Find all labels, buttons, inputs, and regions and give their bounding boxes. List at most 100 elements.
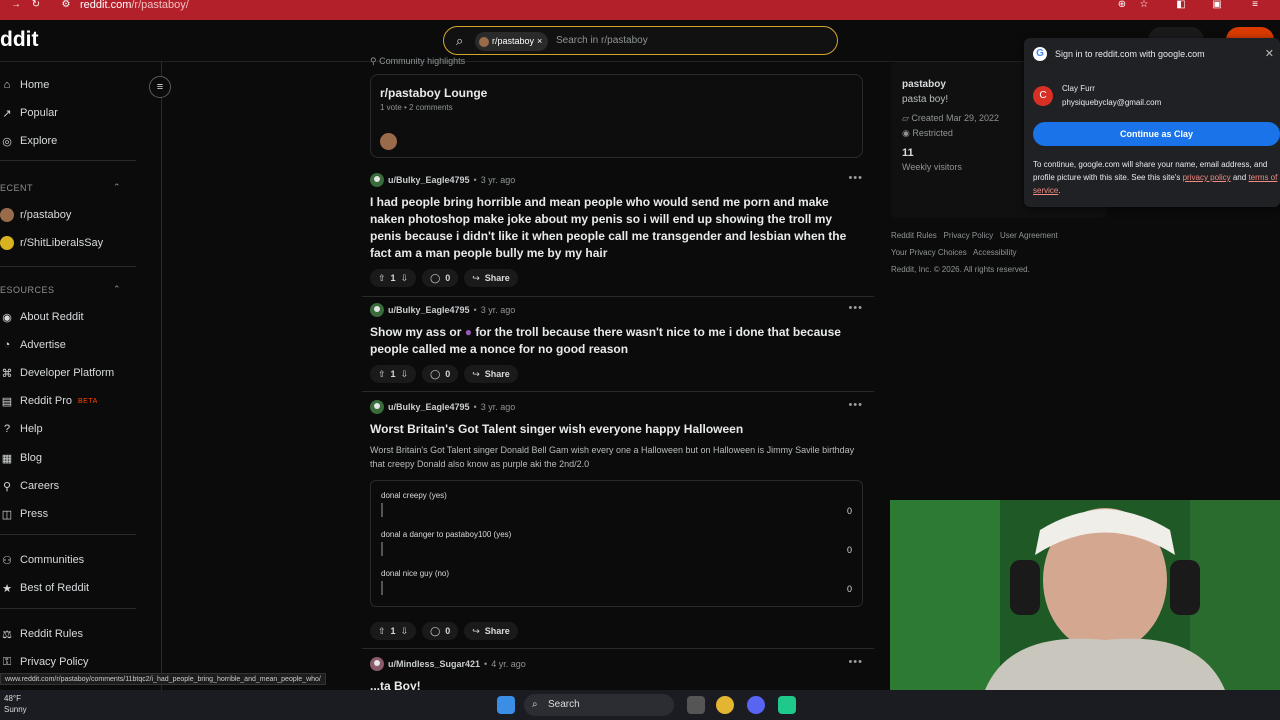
collapse-sidebar-button[interactable]: ≡ (149, 76, 171, 98)
sidebar-item-developer[interactable]: ⌘ Developer Platform (0, 366, 115, 380)
site-info-icon[interactable]: ⚙ (60, 0, 72, 10)
post-card[interactable]: u/Bulky_Eagle4795 • 3 yr. ago ••• Show m… (370, 302, 863, 386)
poll-bar (381, 542, 383, 556)
footer-link-privacy-choices[interactable]: Your Privacy Choices (891, 248, 967, 257)
upvote-icon[interactable]: ⇧ (378, 369, 386, 380)
vote-control[interactable]: ⇧ 1 ⇩ (370, 622, 417, 640)
forward-icon[interactable]: → (10, 0, 22, 10)
recent-header[interactable]: ECENT (0, 183, 33, 193)
chip-close-icon[interactable]: × (537, 32, 542, 51)
post-card[interactable]: u/Mindless_Sugar421 • 4 yr. ago ••• ...t… (370, 656, 863, 690)
share-button[interactable]: ↪ Share (464, 622, 518, 640)
post-title[interactable]: I had people bring horrible and mean peo… (370, 194, 860, 262)
sidebar-item-explore[interactable]: ◎ Explore (0, 134, 57, 148)
resources-header[interactable]: ESOURCES (0, 285, 55, 295)
share-icon: ↪ (472, 272, 480, 283)
downvote-icon[interactable]: ⇩ (401, 626, 409, 637)
sidebar-item-press[interactable]: ◫ Press (0, 507, 48, 521)
footer-link-user-agreement[interactable]: User Agreement (1000, 231, 1058, 240)
close-icon[interactable]: ✕ (1265, 47, 1274, 60)
app-icon[interactable] (778, 696, 796, 714)
post-username[interactable]: u/Mindless_Sugar421 (388, 659, 480, 669)
disclaimer-end: . (1058, 186, 1061, 195)
poll-option-count: 0 (846, 506, 852, 516)
sidebar-item-communities[interactable]: ⚇ Communities (0, 553, 84, 567)
highlight-card[interactable]: r/pastaboy Lounge 1 vote • 2 comments (370, 74, 863, 158)
sidebar-item-careers[interactable]: ⚲ Careers (0, 479, 59, 493)
more-options-icon[interactable]: ••• (848, 302, 863, 314)
extension-icon[interactable]: ⊕ (1116, 0, 1128, 10)
comments-button[interactable]: ◯ 0 (422, 622, 459, 640)
vote-control[interactable]: ⇧ 1 ⇩ (370, 269, 417, 287)
more-options-icon[interactable]: ••• (848, 656, 863, 668)
comments-button[interactable]: ◯ 0 (422, 269, 459, 287)
upvote-icon[interactable]: ⇧ (378, 626, 386, 637)
post-username[interactable]: u/Bulky_Eagle4795 (388, 175, 470, 185)
address-bar[interactable]: reddit.com/r/pastaboy/ (80, 0, 189, 11)
post-username[interactable]: u/Bulky_Eagle4795 (388, 305, 470, 315)
chevron-up-icon[interactable]: ⌃ (113, 182, 121, 193)
weather-widget[interactable]: 48°F Sunny (4, 693, 27, 715)
bookmark-star-icon[interactable]: ☆ (1138, 0, 1150, 10)
file-explorer-icon[interactable] (687, 696, 705, 714)
search-community-chip[interactable]: r/pastaboy × (475, 32, 549, 51)
pastaboy-avatar (0, 208, 14, 222)
nav-label: Reddit Pro (20, 395, 72, 407)
reddit-logo[interactable]: ddit (0, 28, 38, 52)
sidebar-item-advertise[interactable]: ◔ Advertise (0, 338, 66, 352)
discord-icon[interactable] (747, 696, 765, 714)
post-card[interactable]: u/Bulky_Eagle4795 • 3 yr. ago ••• Worst … (370, 399, 863, 644)
careers-icon: ⚲ (2, 480, 12, 493)
sidebar-item-privacy-policy[interactable]: ⚿ Privacy Policy (0, 655, 89, 669)
nav-label: Communities (20, 554, 85, 566)
sidebar-item-about[interactable]: ◉ About Reddit (0, 310, 83, 324)
share-button[interactable]: ↪ Share (464, 269, 518, 287)
taskbar-search[interactable]: ⌕ Search (524, 694, 674, 716)
footer-link-privacy[interactable]: Privacy Policy (943, 231, 993, 240)
browser-toolbar: → ↻ ⚙ reddit.com/r/pastaboy/ ⊕ ☆ ◧ ▣ ≡ (0, 0, 1280, 20)
windows-start-icon[interactable] (497, 696, 515, 714)
sidebar-item-reddit-pro[interactable]: ▤ Reddit Pro BETA (0, 394, 98, 408)
sidebar-item-shitliberalssay[interactable]: r/ShitLiberalsSay (0, 236, 103, 250)
extensions-puzzle-icon[interactable]: ◧ (1175, 0, 1187, 10)
more-options-icon[interactable]: ••• (848, 172, 863, 184)
menu-icon[interactable]: ≡ (1249, 0, 1261, 10)
downloads-icon[interactable]: ▣ (1211, 0, 1223, 10)
chrome-icon[interactable] (716, 696, 734, 714)
more-options-icon[interactable]: ••• (848, 399, 863, 411)
home-icon: ⌂ (3, 79, 11, 91)
weather-temp: 48°F (4, 694, 21, 703)
downvote-icon[interactable]: ⇩ (401, 273, 409, 284)
sidebar-item-help[interactable]: ? Help (0, 422, 43, 436)
vote-control[interactable]: ⇧ 1 ⇩ (370, 365, 417, 383)
poll-option-count: 0 (846, 545, 852, 555)
comment-icon: ◯ (430, 368, 441, 379)
sidebar-item-home[interactable]: ⌂ Home (0, 78, 50, 92)
post-title[interactable]: ...ta Boy! (370, 678, 421, 690)
privacy-policy-link[interactable]: privacy policy (1183, 173, 1231, 182)
upvote-icon[interactable]: ⇧ (378, 273, 386, 284)
popup-title: Sign in to reddit.com with google.com (1055, 49, 1205, 59)
share-button[interactable]: ↪ Share (464, 365, 518, 383)
search-bar[interactable]: ⌕ r/pastaboy × Search in r/pastaboy (443, 26, 838, 55)
continue-button[interactable]: Continue as Clay (1033, 122, 1280, 146)
poll: donal creepy (yes) 0 donal a danger to p… (370, 480, 863, 607)
footer-link-rules[interactable]: Reddit Rules (891, 231, 937, 240)
best-icon: ★ (2, 582, 12, 595)
post-title[interactable]: Worst Britain's Got Talent singer wish e… (370, 421, 860, 438)
reload-icon[interactable]: ↻ (30, 0, 42, 10)
post-card[interactable]: u/Bulky_Eagle4795 • 3 yr. ago ••• I had … (370, 172, 863, 292)
sidebar-item-reddit-rules[interactable]: ⚖ Reddit Rules (0, 627, 83, 641)
comments-button[interactable]: ◯ 0 (422, 365, 459, 383)
post-title[interactable]: Show my ass or ● for the troll because t… (370, 324, 860, 358)
downvote-icon[interactable]: ⇩ (401, 369, 409, 380)
sidebar-item-pastaboy[interactable]: r/pastaboy (0, 208, 71, 222)
about-icon: ◉ (2, 311, 12, 324)
sidebar-item-best-of-reddit[interactable]: ★ Best of Reddit (0, 581, 89, 595)
sidebar-item-blog[interactable]: ▦ Blog (0, 451, 42, 465)
chevron-up-icon[interactable]: ⌃ (113, 284, 121, 295)
sidebar-item-popular[interactable]: ↗ Popular (0, 106, 58, 120)
search-input[interactable]: Search in r/pastaboy (556, 35, 648, 46)
post-username[interactable]: u/Bulky_Eagle4795 (388, 402, 470, 412)
footer-link-accessibility[interactable]: Accessibility (973, 248, 1017, 257)
